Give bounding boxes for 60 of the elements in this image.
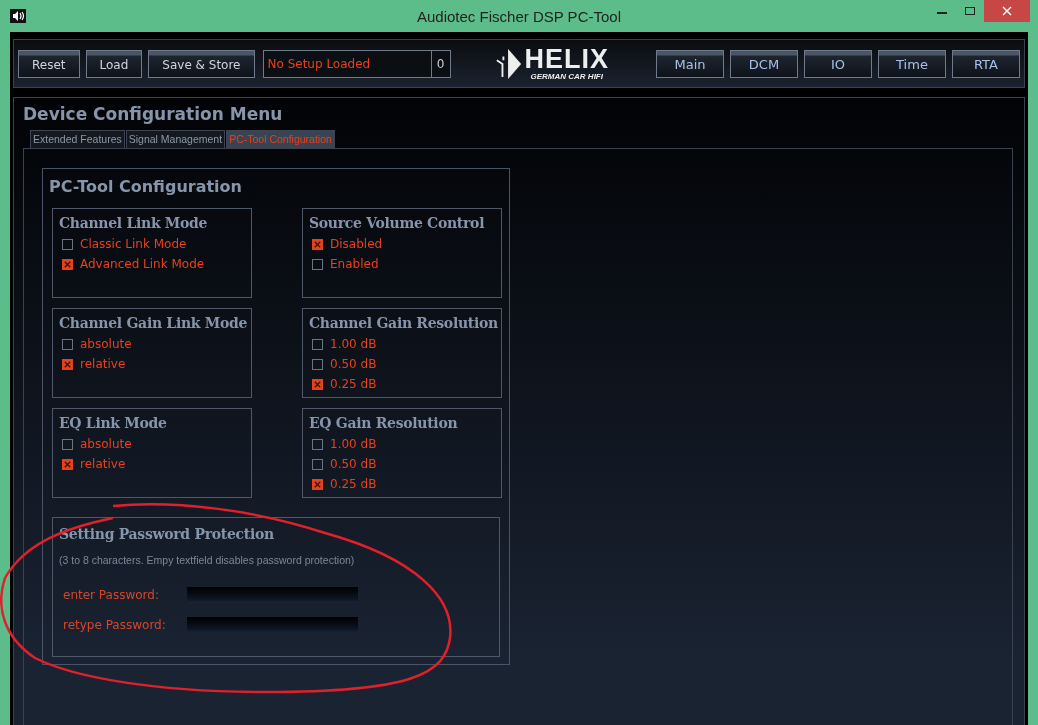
- nav-button[interactable]: RTA: [952, 49, 1020, 78]
- tab[interactable]: Extended Features: [30, 130, 125, 148]
- option-label: 0.50 dB: [330, 457, 377, 471]
- option-label: 1.00 dB: [330, 337, 377, 351]
- window-title: Audiotec Fischer DSP PC-Tool: [416, 7, 622, 25]
- menu-title: Device Configuration Menu: [23, 103, 284, 126]
- option-label: relative: [80, 357, 126, 371]
- checkbox[interactable]: [312, 478, 323, 490]
- option-label: absolute: [80, 437, 132, 451]
- logo-brand: HELIX: [524, 46, 609, 72]
- checkbox[interactable]: [62, 458, 73, 470]
- toolbar-button[interactable]: Reset: [18, 49, 80, 78]
- group-title: Source Volume Control: [309, 215, 486, 231]
- password-title: Setting Password Protection: [59, 526, 275, 542]
- checkbox[interactable]: [62, 258, 73, 270]
- nav-button[interactable]: DCM: [730, 49, 798, 78]
- password-field[interactable]: [187, 587, 358, 603]
- option-label: 0.25 dB: [330, 377, 377, 391]
- field-label: enter Password:: [62, 588, 160, 602]
- option-label: 0.50 dB: [330, 357, 377, 371]
- checkbox[interactable]: [62, 438, 73, 450]
- option-label: 0.25 dB: [330, 477, 377, 491]
- checkbox[interactable]: [312, 358, 323, 370]
- option-label: Classic Link Mode: [80, 237, 187, 251]
- group-title: Channel Gain Resolution: [309, 315, 499, 331]
- option-label: 1.00 dB: [330, 437, 377, 451]
- group-title: EQ Gain Resolution: [309, 415, 459, 431]
- field-label: retype Password:: [62, 618, 167, 632]
- checkbox[interactable]: [312, 458, 323, 470]
- checkbox[interactable]: [62, 338, 73, 350]
- logo-tagline: GERMAN CAR HIFI: [530, 72, 603, 81]
- close-icon: [1002, 6, 1012, 16]
- config-title: PC-Tool Configuration: [48, 176, 243, 198]
- toolbar-button[interactable]: Save & Store: [148, 49, 255, 78]
- password-field[interactable]: [187, 617, 358, 633]
- speaker-icon[interactable]: [10, 9, 26, 23]
- option-label: Disabled: [330, 237, 383, 251]
- checkbox[interactable]: [312, 378, 323, 390]
- option-label: absolute: [80, 337, 132, 351]
- group-title: Channel Gain Link Mode: [59, 315, 249, 331]
- setup-number: 0: [430, 50, 450, 77]
- setup-status: No Setup Loaded: [266, 55, 372, 73]
- toolbar-button[interactable]: Load: [85, 49, 143, 78]
- group-title: Channel Link Mode: [59, 215, 209, 231]
- checkbox[interactable]: [312, 338, 323, 350]
- checkbox[interactable]: [62, 238, 73, 250]
- tab[interactable]: Signal Management: [125, 130, 226, 148]
- nav-button[interactable]: Time: [878, 49, 946, 78]
- checkbox[interactable]: [62, 358, 73, 370]
- checkbox[interactable]: [312, 238, 323, 250]
- nav-button[interactable]: IO: [804, 49, 872, 78]
- checkbox[interactable]: [312, 438, 323, 450]
- maximize-icon: [965, 6, 975, 16]
- option-label: Enabled: [330, 257, 379, 271]
- option-label: Advanced Link Mode: [80, 257, 205, 271]
- option-label: relative: [80, 457, 126, 471]
- password-hint: (3 to 8 characters. Empy textfield disables password protection): [59, 554, 356, 566]
- nav-button[interactable]: Main: [656, 49, 724, 78]
- group-title: EQ Link Mode: [59, 415, 168, 431]
- checkbox[interactable]: [312, 258, 323, 270]
